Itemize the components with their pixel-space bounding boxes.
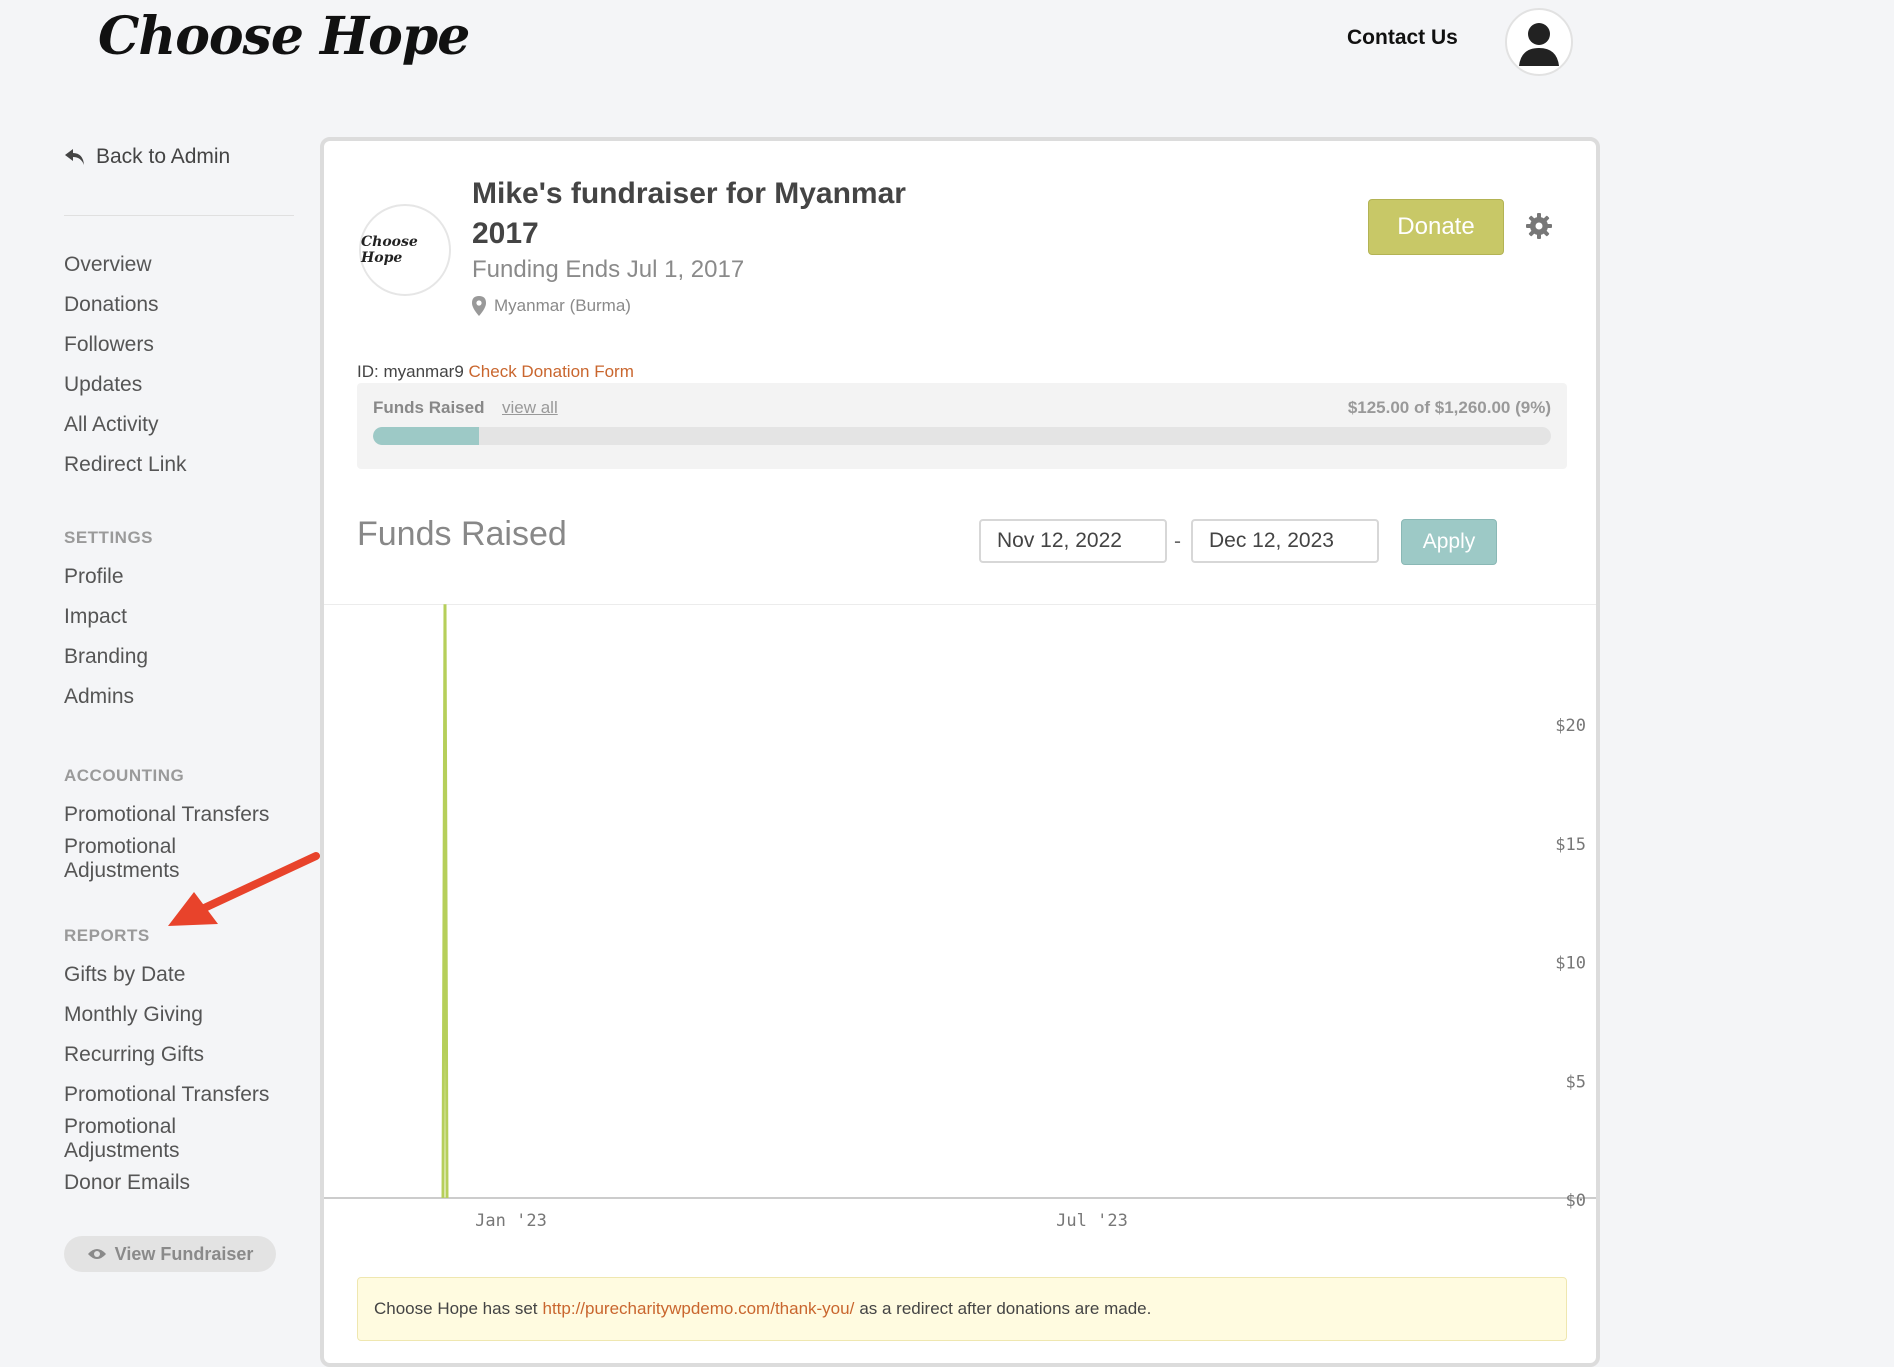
settings-heading: SETTINGS (64, 528, 154, 547)
contact-us-link[interactable]: Contact Us (1347, 26, 1458, 50)
annotation-arrow (168, 852, 320, 926)
sidebar-item-impact[interactable]: Impact (64, 605, 127, 629)
user-avatar[interactable] (1505, 8, 1573, 76)
location-label: Myanmar (Burma) (494, 296, 631, 315)
funds-progress-bar (373, 427, 1551, 445)
funds-amount: $125.00 of $1,260.00 (9%) (1347, 398, 1551, 417)
notice-prefix: Choose Hope has set (374, 1299, 538, 1318)
end-date-input[interactable]: Dec 12, 2023 (1191, 519, 1379, 563)
org-logo: Choose Hope (359, 204, 451, 296)
check-donation-form-link[interactable]: Check Donation Form (469, 362, 634, 381)
sidebar-item-overview[interactable]: Overview (64, 253, 152, 277)
fundraiser-title: Mike's fundraiser for Myanmar 2017 (472, 177, 906, 250)
sidebar-item-donor-emails[interactable]: Donor Emails (64, 1171, 190, 1195)
id-value: myanmar9 (383, 362, 464, 381)
gear-icon[interactable] (1525, 212, 1553, 240)
map-pin-icon (472, 296, 486, 316)
sidebar-item-accounting-promotional-transfers[interactable]: Promotional Transfers (64, 803, 294, 827)
sidebar-item-admins[interactable]: Admins (64, 685, 134, 709)
date-separator: - (1174, 530, 1181, 553)
start-date-input[interactable]: Nov 12, 2022 (979, 519, 1167, 563)
accounting-heading: ACCOUNTING (64, 766, 185, 785)
sidebar-item-followers[interactable]: Followers (64, 333, 154, 357)
funds-raised-box (357, 383, 1567, 469)
sidebar-divider (64, 215, 294, 216)
sidebar-item-redirect-link[interactable]: Redirect Link (64, 453, 187, 477)
sidebar-item-updates[interactable]: Updates (64, 373, 142, 397)
funds-raised-heading: Funds Raised (357, 515, 567, 553)
sidebar-item-recurring-gifts[interactable]: Recurring Gifts (64, 1043, 204, 1067)
sidebar-item-reports-promotional-adjustments[interactable]: Promotional Adjustments (64, 1115, 214, 1163)
y-tick-label: $0 (1566, 1191, 1586, 1211)
fundraiser-id-line: ID: myanmar9 Check Donation Form (357, 362, 634, 382)
funds-progress-fill (373, 427, 480, 445)
sidebar-item-donations[interactable]: Donations (64, 293, 159, 317)
y-tick-label: $5 (1566, 1072, 1586, 1092)
donate-button[interactable]: Donate (1368, 199, 1504, 255)
back-to-admin-link[interactable]: Back to Admin (64, 145, 230, 169)
y-tick-label: $10 (1555, 954, 1586, 974)
apply-button[interactable]: Apply (1401, 519, 1497, 565)
funds-raised-chart: $20 $15 $10 $5 $0 Jan '23 Jul '23 (324, 604, 1596, 1231)
x-tick-label: Jan '23 (475, 1211, 547, 1231)
id-label: ID: (357, 362, 379, 381)
funding-ends: Funding Ends Jul 1, 2017 (472, 256, 745, 283)
redirect-url-link[interactable]: http://purecharitywpdemo.com/thank-you/ (543, 1299, 855, 1319)
redirect-notice: Choose Hope has set http://purecharitywp… (357, 1277, 1567, 1341)
view-fundraiser-button[interactable]: View Fundraiser (64, 1236, 276, 1272)
sidebar-item-branding[interactable]: Branding (64, 645, 148, 669)
y-tick-label: $15 (1555, 835, 1586, 855)
back-arrow-icon (65, 149, 84, 165)
view-all-link[interactable]: view all (502, 398, 558, 418)
back-to-admin-label: Back to Admin (96, 145, 231, 168)
sidebar-item-all-activity[interactable]: All Activity (64, 413, 159, 437)
choose-hope-logo[interactable]: Choose Hope (98, 6, 470, 67)
sidebar-item-monthly-giving[interactable]: Monthly Giving (64, 1003, 203, 1027)
x-tick-label: Jul '23 (1056, 1211, 1128, 1231)
funds-raised-label: Funds Raised (373, 398, 485, 417)
notice-suffix: as a redirect after donations are made. (859, 1299, 1152, 1318)
sidebar-item-profile[interactable]: Profile (64, 565, 124, 589)
eye-icon (87, 1249, 106, 1259)
sidebar-item-reports-promotional-transfers[interactable]: Promotional Transfers (64, 1083, 294, 1107)
series-line (441, 604, 449, 1199)
location: Myanmar (Burma) (472, 296, 631, 316)
reports-heading: REPORTS (64, 926, 150, 945)
sidebar-item-gifts-by-date[interactable]: Gifts by Date (64, 963, 185, 987)
user-silhouette-icon (1519, 23, 1559, 66)
view-fundraiser-label: View Fundraiser (114, 1243, 254, 1264)
y-tick-label: $20 (1555, 716, 1586, 736)
